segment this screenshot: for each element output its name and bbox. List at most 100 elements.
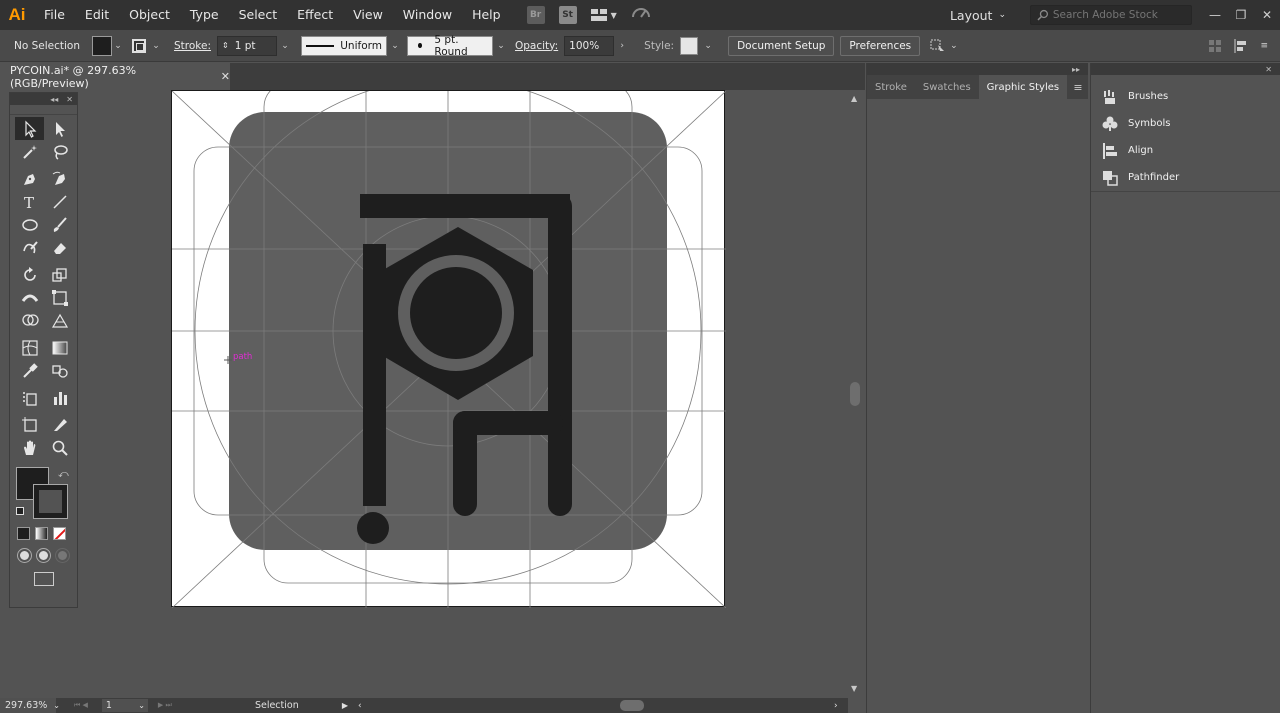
scroll-up-icon[interactable]: ▲: [851, 94, 857, 103]
scroll-left-icon[interactable]: ‹: [358, 701, 362, 711]
none-mode-button[interactable]: [53, 527, 66, 540]
opacity-label[interactable]: Opacity:: [515, 40, 558, 52]
menu-effect[interactable]: Effect: [287, 0, 343, 30]
menu-type[interactable]: Type: [180, 0, 229, 30]
variable-width-profile[interactable]: Uniform: [301, 35, 387, 56]
panel-dock-header[interactable]: ▸▸: [867, 63, 1088, 75]
stock-search[interactable]: [1030, 5, 1192, 25]
horizontal-scroll-thumb[interactable]: [620, 700, 644, 711]
shaper-tool[interactable]: [15, 236, 44, 259]
align-panel-button[interactable]: Align: [1091, 137, 1280, 164]
stepper-icon[interactable]: ⇕: [222, 41, 229, 50]
chevron-down-icon[interactable]: ⌄: [702, 41, 714, 51]
pen-tool[interactable]: [15, 167, 44, 190]
gpu-performance-icon[interactable]: [631, 5, 651, 25]
select-similar-icon[interactable]: ⌄: [930, 39, 958, 53]
arrange-documents-icon[interactable]: ▼: [590, 9, 617, 21]
rotate-tool[interactable]: [15, 263, 44, 286]
scroll-right-icon[interactable]: ›: [834, 701, 838, 711]
chevron-down-icon[interactable]: ⌄: [150, 41, 162, 51]
type-tool[interactable]: T: [15, 190, 44, 213]
selection-tool[interactable]: [15, 117, 44, 140]
close-tab-icon[interactable]: ✕: [221, 70, 230, 83]
gradient-mode-button[interactable]: [35, 527, 48, 540]
stroke-label[interactable]: Stroke:: [174, 40, 211, 52]
scroll-down-icon[interactable]: ▼: [851, 684, 857, 693]
search-input[interactable]: [1052, 9, 1191, 21]
hand-tool[interactable]: [15, 436, 44, 459]
color-mode-button[interactable]: [17, 527, 30, 540]
line-segment-tool[interactable]: [45, 190, 74, 213]
zoom-field[interactable]: 297.63% ⌄: [0, 698, 60, 713]
menu-file[interactable]: File: [34, 0, 75, 30]
close-icon[interactable]: ✕: [66, 95, 73, 104]
gradient-tool[interactable]: [45, 336, 74, 359]
default-fill-stroke-icon[interactable]: [16, 507, 24, 515]
canvas-area[interactable]: path: [80, 90, 848, 697]
tab-swatches[interactable]: Swatches: [915, 75, 979, 99]
brush-definition[interactable]: 5 pt. Round: [407, 34, 493, 58]
transform-icon[interactable]: [1208, 39, 1222, 53]
tools-panel-grip[interactable]: [10, 105, 77, 115]
artboard[interactable]: path: [171, 90, 726, 608]
draw-behind-icon[interactable]: [36, 548, 51, 563]
draw-normal-icon[interactable]: [17, 548, 32, 563]
width-tool[interactable]: [15, 286, 44, 309]
curvature-tool[interactable]: [45, 167, 74, 190]
shape-builder-tool[interactable]: [15, 309, 44, 332]
pathfinder-panel-button[interactable]: Pathfinder: [1091, 164, 1280, 191]
workspace-switcher[interactable]: Layout ⌄: [938, 8, 1014, 23]
panel-menu-icon[interactable]: ≡: [1260, 41, 1268, 51]
first-artboard-icon[interactable]: ⏮ ◀: [74, 701, 88, 710]
vertical-scrollbar[interactable]: ▲ ▼: [848, 90, 862, 697]
blend-tool[interactable]: [45, 359, 74, 382]
magic-wand-tool[interactable]: [15, 140, 44, 163]
perspective-grid-tool[interactable]: [45, 309, 74, 332]
artboard-number-field[interactable]: 1 ⌄: [101, 699, 148, 712]
chevron-down-icon[interactable]: ⌄: [53, 701, 60, 710]
status-tool-name[interactable]: Selection: [232, 700, 322, 711]
column-graph-tool[interactable]: [45, 386, 74, 409]
stroke-color-swatch[interactable]: [33, 484, 68, 519]
close-button[interactable]: ✕: [1254, 0, 1280, 30]
menu-object[interactable]: Object: [119, 0, 180, 30]
eraser-tool[interactable]: [45, 236, 74, 259]
brushes-panel-button[interactable]: Brushes: [1091, 83, 1280, 110]
collapse-icon[interactable]: ✕: [1265, 65, 1272, 74]
preferences-button[interactable]: Preferences: [840, 35, 921, 56]
stroke-weight-field[interactable]: ⇕ 1 pt: [217, 35, 277, 56]
chevron-down-icon[interactable]: ⌄: [495, 41, 507, 51]
document-setup-button[interactable]: Document Setup: [728, 35, 835, 56]
status-menu-icon[interactable]: ▶: [342, 701, 348, 710]
zoom-tool[interactable]: [45, 436, 74, 459]
eyedropper-tool[interactable]: [15, 359, 44, 382]
free-transform-tool[interactable]: [45, 286, 74, 309]
paintbrush-tool[interactable]: [45, 213, 74, 236]
tools-panel-header[interactable]: ◂◂ ✕: [10, 93, 77, 105]
tab-graphic-styles[interactable]: Graphic Styles: [978, 75, 1068, 99]
collapse-icon[interactable]: ▸▸: [1072, 65, 1080, 74]
scale-tool[interactable]: [45, 263, 74, 286]
draw-inside-icon[interactable]: [55, 548, 70, 563]
align-icon[interactable]: [1234, 38, 1248, 53]
chevron-down-icon[interactable]: ⌄: [279, 41, 291, 51]
mesh-tool[interactable]: [15, 336, 44, 359]
opacity-field[interactable]: 100%: [564, 35, 615, 56]
menu-view[interactable]: View: [343, 0, 393, 30]
direct-selection-tool[interactable]: [45, 117, 74, 140]
ellipse-tool[interactable]: [15, 213, 44, 236]
swap-fill-stroke-icon[interactable]: ⤺: [58, 469, 69, 480]
chevron-down-icon[interactable]: ⌄: [138, 701, 145, 710]
lasso-tool[interactable]: [45, 140, 74, 163]
menu-window[interactable]: Window: [393, 0, 462, 30]
screen-mode-button[interactable]: [34, 572, 54, 586]
document-tab[interactable]: PYCOIN.ai* @ 297.63% (RGB/Preview) ✕: [0, 63, 230, 90]
menu-help[interactable]: Help: [462, 0, 511, 30]
slice-tool[interactable]: [45, 413, 74, 436]
stock-button[interactable]: St: [558, 6, 577, 24]
minimize-button[interactable]: —: [1202, 0, 1228, 30]
graphic-style-swatch[interactable]: [680, 36, 699, 55]
panel-menu-icon[interactable]: ≡: [1068, 75, 1088, 99]
bridge-button[interactable]: Br: [526, 6, 545, 24]
menu-edit[interactable]: Edit: [75, 0, 119, 30]
